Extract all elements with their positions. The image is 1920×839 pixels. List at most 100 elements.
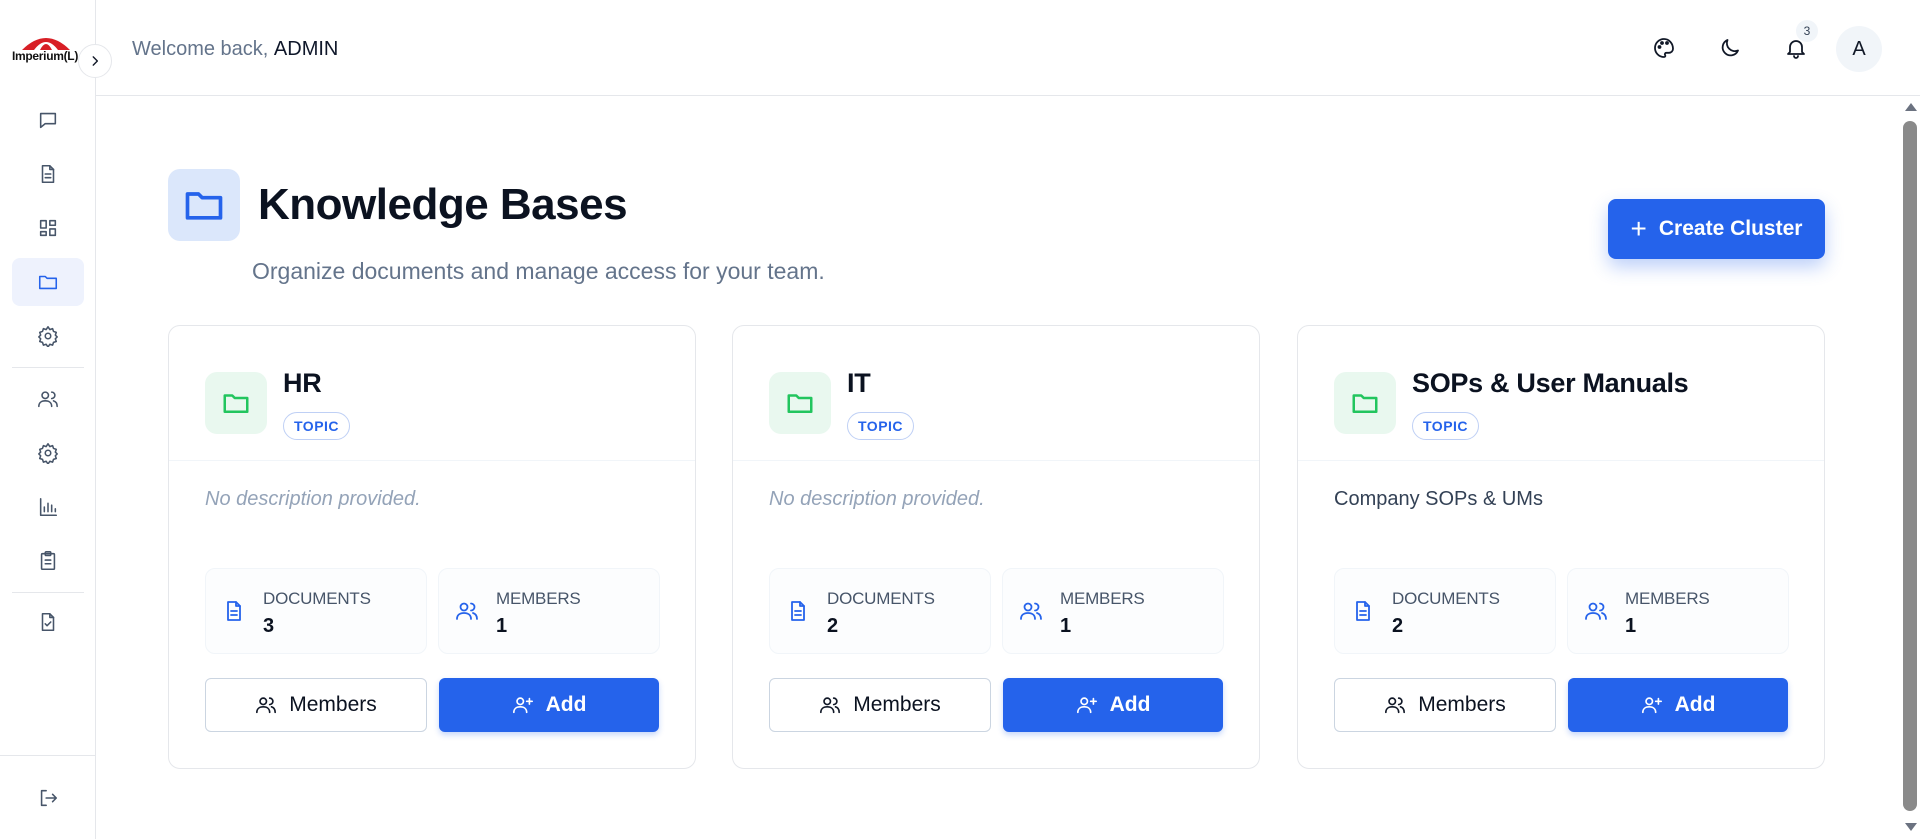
settings-icon (38, 443, 58, 464)
page-subtitle: Organize documents and manage access for… (252, 258, 825, 284)
sidebar-item-analytics[interactable] (12, 483, 84, 531)
document-icon (791, 601, 805, 621)
create-cluster-label: Create Cluster (1658, 217, 1803, 240)
card-divider (1298, 460, 1824, 461)
documents-label: DOCUMENTS (827, 589, 935, 608)
dashboard-icon (39, 219, 57, 237)
notification-badge: 3 (1796, 20, 1818, 42)
chat-icon (39, 112, 57, 129)
users-icon (1385, 697, 1406, 714)
sidebar-item-tasks[interactable] (12, 537, 84, 585)
create-cluster-button[interactable]: + Create Cluster (1608, 199, 1825, 259)
users-icon (256, 697, 277, 714)
page-scrollbar[interactable] (1900, 97, 1920, 839)
settings-icon (38, 326, 58, 347)
sidebar-item-dashboard[interactable] (12, 204, 84, 252)
card-description: No description provided. (769, 488, 985, 510)
sidebar-item-documents[interactable] (12, 150, 84, 198)
members-count: 1 (1060, 615, 1072, 637)
members-label: MEMBERS (1625, 589, 1710, 608)
knowledge-base-card: HR TOPIC No description provided. DOCUME… (168, 325, 696, 769)
sidebar-toggle-button[interactable] (78, 44, 112, 78)
members-label: MEMBERS (496, 589, 581, 608)
users-icon (1020, 602, 1042, 620)
add-member-button[interactable]: Add (439, 678, 659, 732)
folder-icon (185, 192, 223, 220)
members-count: 1 (1625, 615, 1637, 637)
scrollbar-thumb[interactable] (1903, 121, 1917, 811)
documents-count: 2 (1392, 615, 1404, 637)
document-icon (1356, 601, 1370, 621)
members-button[interactable]: Members (205, 678, 427, 732)
knowledge-base-card: IT TOPIC No description provided. DOCUME… (732, 325, 1260, 769)
topic-tag: TOPIC (283, 412, 351, 440)
card-divider (733, 460, 1259, 461)
documents-count: 3 (263, 615, 275, 637)
add-member-button[interactable]: Add (1003, 678, 1223, 732)
sidebar-item-settings[interactable] (12, 312, 84, 360)
members-button[interactable]: Members (1334, 678, 1556, 732)
knowledge-base-card: SOPs & User Manuals TOPIC Company SOPs &… (1297, 325, 1825, 769)
documents-stat: DOCUMENTS 3 (205, 568, 427, 654)
card-title: SOPs & User Manuals (1412, 368, 1689, 398)
dark-mode-toggle[interactable] (1714, 32, 1746, 64)
documents-stat: DOCUMENTS 2 (769, 568, 991, 654)
card-description: Company SOPs & UMs (1334, 488, 1543, 510)
sidebar-item-users[interactable] (12, 375, 84, 423)
plus-icon: + (1630, 213, 1647, 244)
members-count: 1 (496, 615, 508, 637)
palette-icon (1654, 38, 1674, 58)
add-member-button[interactable]: Add (1568, 678, 1788, 732)
members-button[interactable]: Members (769, 678, 991, 732)
card-folder-icon (205, 372, 267, 434)
folder-icon (38, 275, 58, 290)
documents-count: 2 (827, 615, 839, 637)
sidebar-item-knowledge-bases[interactable] (12, 258, 84, 306)
users-icon (820, 697, 841, 714)
members-button-label: Members (853, 693, 941, 716)
users-icon (456, 602, 478, 620)
folder-icon (223, 394, 249, 413)
document-icon (41, 164, 55, 184)
user-plus-icon (1076, 697, 1097, 714)
logo-text: Imperium(L) (12, 49, 79, 63)
members-button-label: Members (1418, 693, 1506, 716)
page-header-icon (168, 169, 240, 241)
sidebar-divider (12, 592, 84, 593)
welcome-message: Welcome back, ADMIN (132, 38, 338, 61)
folder-icon (787, 394, 813, 413)
sidebar-item-audit[interactable] (12, 598, 84, 646)
username: ADMIN (273, 38, 339, 60)
card-title: HR (283, 368, 322, 398)
welcome-prefix: Welcome back, (132, 38, 269, 60)
members-stat: MEMBERS 1 (1567, 568, 1789, 654)
logout-button[interactable] (12, 774, 84, 822)
sidebar-item-admin-settings[interactable] (12, 429, 84, 477)
sidebar-item-chat[interactable] (12, 96, 84, 144)
members-stat: MEMBERS 1 (438, 568, 660, 654)
app-logo[interactable]: Imperium(L) (10, 28, 84, 74)
scroll-down-arrow-icon[interactable] (1905, 823, 1917, 831)
document-icon (227, 601, 241, 621)
user-plus-icon (1641, 697, 1662, 714)
card-folder-icon (769, 372, 831, 434)
page-title: Knowledge Bases (258, 180, 628, 229)
sidebar: Imperium(L) (0, 0, 96, 839)
sidebar-divider (0, 755, 96, 756)
documents-label: DOCUMENTS (263, 589, 371, 608)
documents-label: DOCUMENTS (1392, 589, 1500, 608)
add-button-label: Add (545, 693, 587, 716)
users-icon (38, 391, 58, 408)
theme-palette-button[interactable] (1648, 32, 1680, 64)
members-stat: MEMBERS 1 (1002, 568, 1224, 654)
add-button-label: Add (1109, 693, 1151, 716)
logout-icon (40, 789, 58, 807)
card-folder-icon (1334, 372, 1396, 434)
sidebar-divider (12, 367, 84, 368)
scroll-up-arrow-icon[interactable] (1905, 103, 1917, 111)
bar-chart-icon (39, 497, 58, 517)
avatar[interactable]: A (1836, 26, 1882, 72)
card-description: No description provided. (205, 488, 421, 510)
users-icon (1585, 602, 1607, 620)
file-check-icon (41, 612, 55, 632)
